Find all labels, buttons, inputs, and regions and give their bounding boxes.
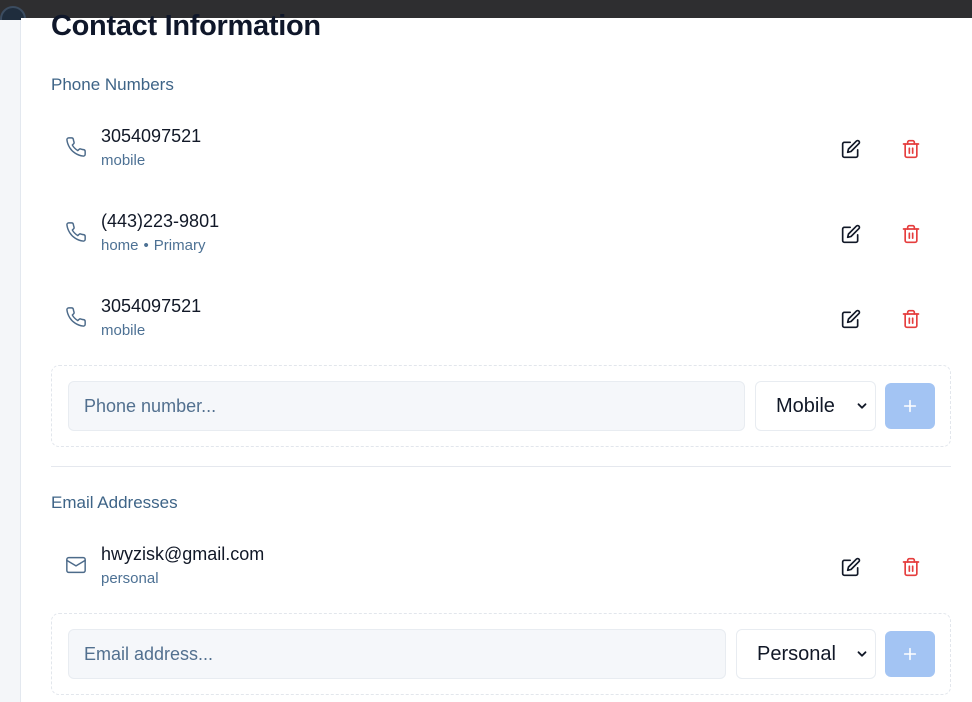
primary-label: Primary [153, 237, 206, 254]
phone-numbers-heading: Phone Numbers [51, 75, 174, 94]
add-email-button[interactable] [885, 631, 935, 677]
contact-information-panel: Contact Information Phone Numbers 305409… [21, 10, 972, 702]
separator-dot: • [143, 237, 149, 254]
phone-type: home • Primary [101, 237, 206, 254]
phone-number-input[interactable] [68, 381, 745, 431]
email-address: hwyzisk@gmail.com [101, 544, 265, 564]
phone-type: mobile [101, 322, 146, 339]
phone-number: 3054097521 [101, 126, 202, 146]
edit-phone-button[interactable] [836, 304, 866, 334]
edit-icon [841, 309, 861, 329]
trash-icon [902, 139, 920, 159]
page-title: Contact Information [51, 10, 321, 42]
add-phone-row: Mobile [51, 365, 951, 447]
trash-icon [902, 309, 920, 329]
chevron-down-icon [857, 403, 867, 409]
delete-email-button[interactable] [896, 552, 926, 582]
edit-icon [841, 224, 861, 244]
phone-number: (443)223-9801 [101, 211, 220, 231]
trash-icon [902, 224, 920, 244]
left-rail [0, 20, 21, 702]
delete-phone-button[interactable] [896, 219, 926, 249]
phone-number: 3054097521 [101, 296, 202, 316]
phone-icon [65, 306, 87, 328]
add-email-row: Personal [51, 613, 951, 695]
chevron-down-icon [857, 651, 867, 657]
plus-icon [903, 647, 917, 661]
edit-icon [841, 139, 861, 159]
section-divider [51, 466, 951, 467]
phone-entry: (443)223-9801 home • Primary [51, 203, 951, 263]
phone-entry: 3054097521 mobile [51, 118, 951, 178]
email-type-selected: Personal [757, 642, 836, 665]
trash-icon [902, 557, 920, 577]
delete-phone-button[interactable] [896, 304, 926, 334]
edit-phone-button[interactable] [836, 219, 866, 249]
phone-type: mobile [101, 152, 146, 169]
delete-phone-button[interactable] [896, 134, 926, 164]
phone-icon [65, 136, 87, 158]
edit-icon [841, 557, 861, 577]
phone-type-select[interactable]: Mobile [755, 381, 876, 431]
phone-icon [65, 221, 87, 243]
phone-entry: 3054097521 mobile [51, 288, 951, 348]
mail-icon [65, 554, 87, 576]
email-type: personal [101, 570, 159, 587]
email-addresses-heading: Email Addresses [51, 493, 178, 512]
email-entry: hwyzisk@gmail.com personal [51, 536, 951, 596]
phone-type-selected: Mobile [776, 394, 835, 417]
plus-icon [903, 399, 917, 413]
email-address-input[interactable] [68, 629, 726, 679]
email-type-select[interactable]: Personal [736, 629, 876, 679]
edit-email-button[interactable] [836, 552, 866, 582]
edit-phone-button[interactable] [836, 134, 866, 164]
add-phone-button[interactable] [885, 383, 935, 429]
